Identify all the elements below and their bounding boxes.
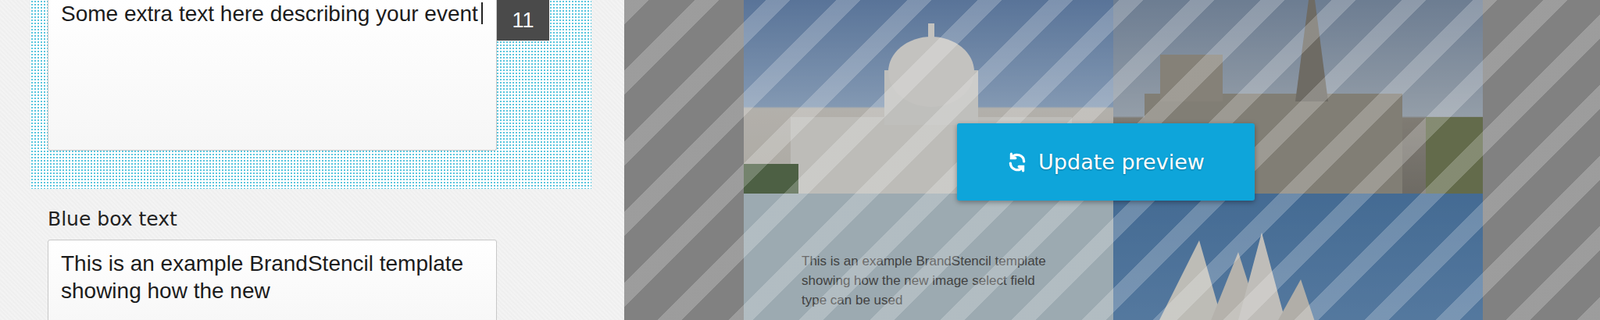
opera-house-icon [1113,193,1483,320]
blue-box-field-wrap: This is an example BrandStencil template… [47,239,625,320]
active-field-highlight: Some extra text here describing your eve… [30,0,592,190]
opera-house-photo [1113,193,1483,320]
page: Some extra text here describing your eve… [0,0,1600,320]
preview-pane: This is an example BrandStencil template… [624,0,1600,320]
event-text-field[interactable]: Some extra text here describing your eve… [47,0,497,151]
text-caret [481,2,483,25]
blue-box-text-field[interactable]: This is an example BrandStencil template… [47,239,497,320]
editor-panel: Some extra text here describing your eve… [0,0,625,320]
update-preview-button[interactable]: Update preview [957,123,1255,201]
field-label: Blue box text [47,207,625,231]
character-counter: 11 [496,0,550,41]
blue-box: This is an example BrandStencil template… [743,193,1114,320]
blue-box-text: This is an example BrandStencil template… [801,251,1060,311]
refresh-icon [1007,152,1028,173]
